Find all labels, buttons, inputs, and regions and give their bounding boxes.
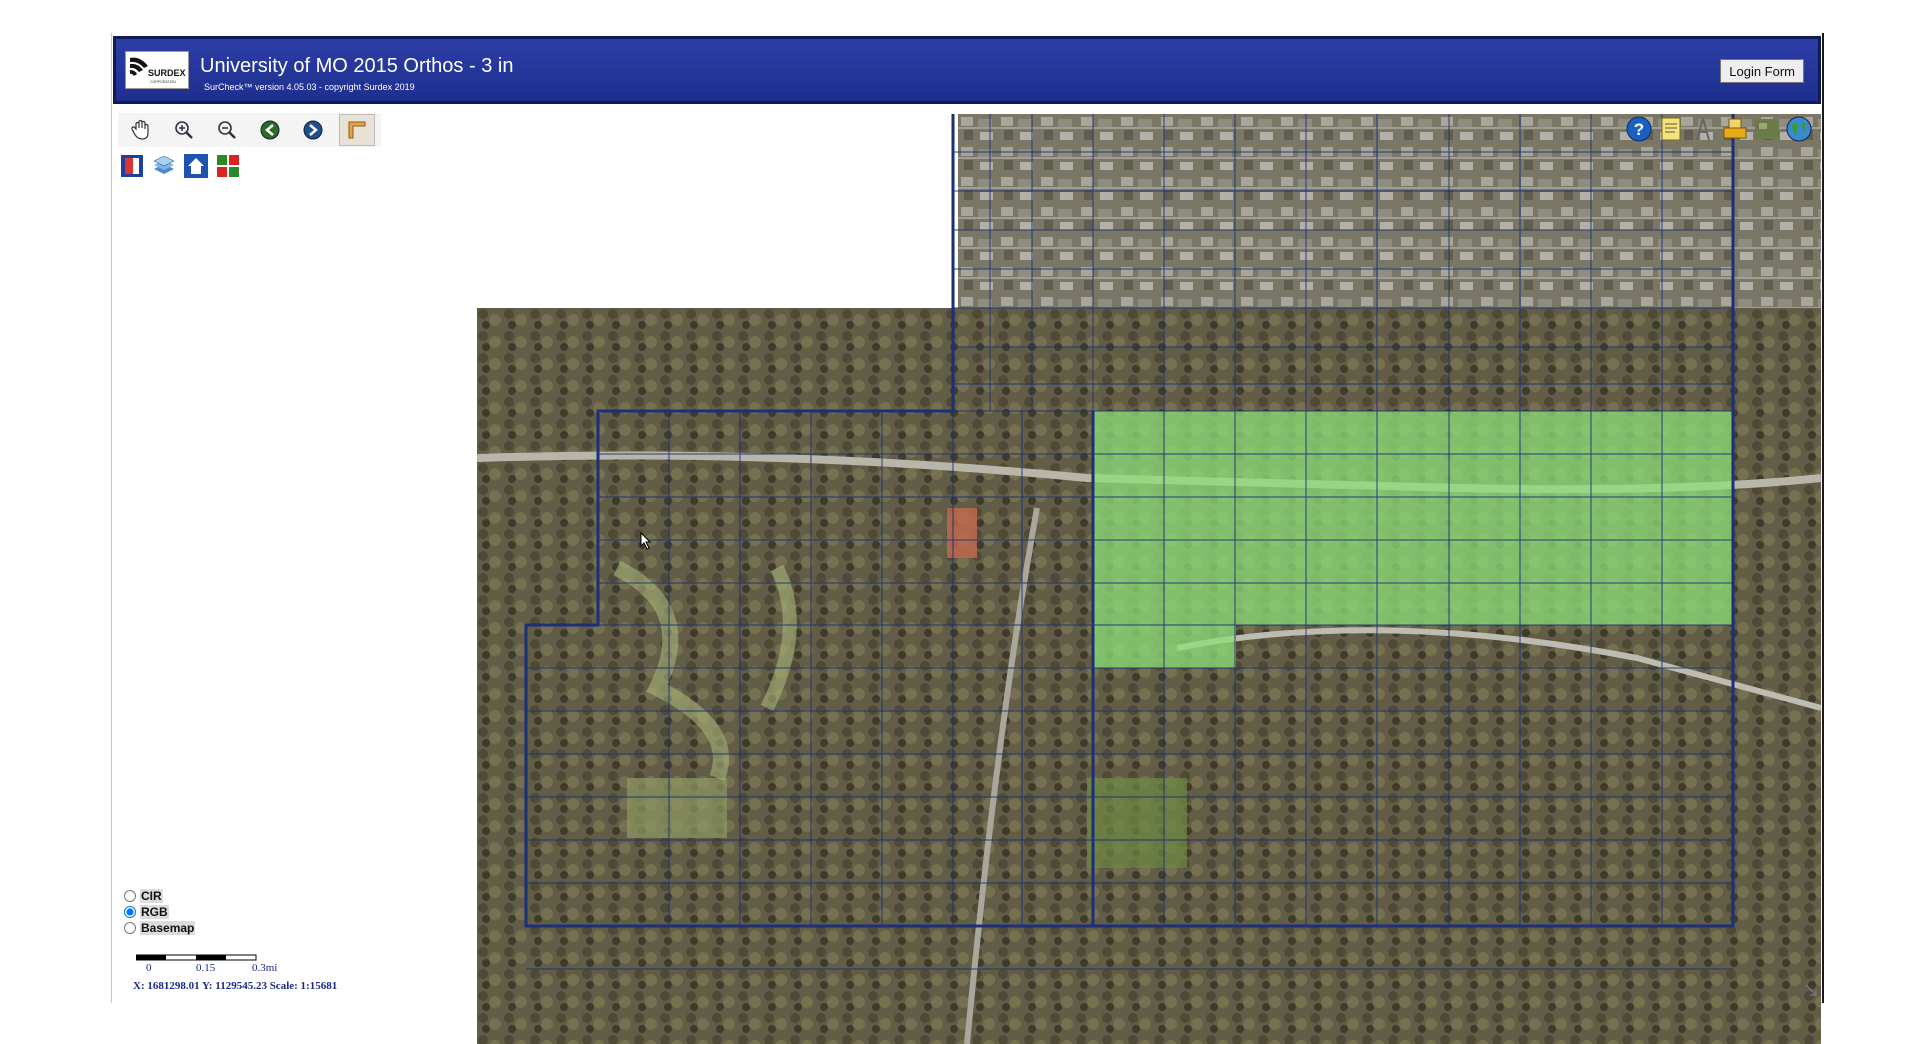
layer-label-basemap[interactable]: Basemap (140, 921, 196, 935)
app-subtitle: SurCheck™ version 4.05.03 - copyright Su… (204, 82, 415, 92)
layer-option-rgb[interactable]: RGB (124, 904, 195, 920)
right-toolbar: ? (1625, 114, 1813, 144)
mouse-cursor-icon (640, 531, 652, 555)
map-thumbnail-icon[interactable] (1753, 114, 1781, 144)
surdex-logo: SURDEX CORPORATION (125, 51, 189, 89)
zoom-out-icon[interactable] (210, 115, 244, 145)
svg-text:?: ? (1634, 120, 1644, 139)
home-icon[interactable] (182, 152, 210, 180)
scale-label-mid: 0.15 (196, 962, 216, 974)
login-form-button[interactable]: Login Form (1720, 59, 1804, 83)
layer-label-rgb[interactable]: RGB (140, 905, 169, 919)
layer-radio-basemap[interactable] (124, 922, 136, 934)
logo-text: SURDEX (148, 68, 186, 78)
map-viewport[interactable] (113, 114, 1821, 1044)
back-arrow-icon[interactable] (253, 115, 287, 145)
layer-selector: CIR RGB Basemap (124, 888, 196, 936)
layer-radio-cir[interactable] (124, 890, 136, 902)
report-icon[interactable] (118, 152, 146, 180)
layers-icon[interactable] (150, 152, 178, 180)
header-bar: SURDEX CORPORATION University of MO 2015… (113, 36, 1821, 104)
draw-icon[interactable] (1689, 114, 1717, 144)
pan-hand-icon[interactable] (124, 115, 158, 145)
map-toolbar-secondary (118, 152, 242, 180)
logo-tagline: CORPORATION (150, 80, 176, 84)
layer-label-cir[interactable]: CIR (140, 889, 163, 903)
notes-icon[interactable] (1657, 114, 1685, 144)
help-icon[interactable]: ? (1625, 114, 1653, 144)
coordinate-readout: X: 1681298.01 Y: 1129545.23 Scale: 1:156… (133, 980, 338, 992)
scale-label-max: 0.3mi (252, 962, 278, 974)
tile-grid-overlay (524, 114, 1735, 970)
resize-corner-icon[interactable] (1804, 983, 1818, 1002)
layer-option-cir[interactable]: CIR (124, 888, 195, 904)
map-toolbar (118, 113, 381, 147)
measure-corner-icon[interactable] (339, 114, 375, 146)
grid-icon[interactable] (214, 152, 242, 180)
app-title: University of MO 2015 Orthos - 3 in (200, 55, 514, 77)
print-icon[interactable] (1721, 114, 1749, 144)
layer-option-basemap[interactable]: Basemap (124, 920, 196, 936)
globe-icon[interactable] (1785, 114, 1813, 144)
zoom-in-icon[interactable] (167, 115, 201, 145)
scale-label-0: 0 (146, 962, 152, 974)
forward-arrow-icon[interactable] (296, 115, 330, 145)
layer-radio-rgb[interactable] (124, 906, 136, 918)
